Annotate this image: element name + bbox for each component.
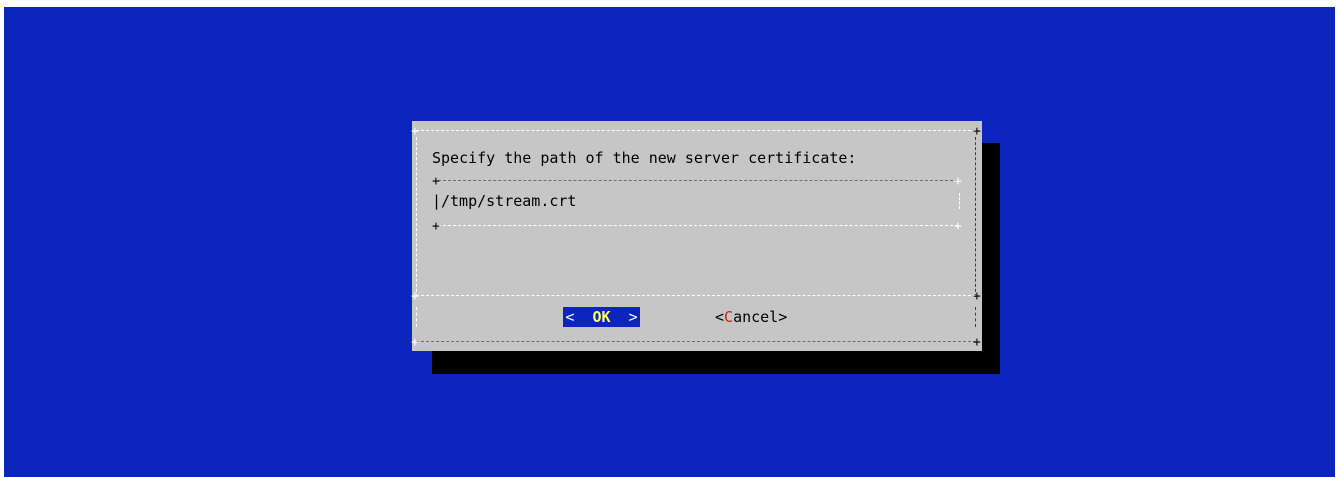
input-dialog: + + Specify the path of the new server c…	[411, 121, 982, 351]
dialog-bottom-left-corner: +	[411, 335, 419, 350]
button-separator	[416, 295, 976, 296]
input-box-bottom-right-corner: +	[954, 219, 962, 234]
dialog-top-border	[416, 130, 976, 131]
cancel-button-label: ancel	[733, 308, 779, 326]
input-cursor: |	[432, 192, 442, 210]
input-box-top-border	[438, 180, 958, 181]
dialog-top-left-corner: +	[411, 124, 419, 139]
separator-left-corner: +	[411, 289, 419, 304]
dialog-right-border	[975, 137, 976, 297]
cancel-hotkey-letter: C	[724, 308, 734, 326]
ok-button[interactable]: < OK >	[563, 307, 640, 327]
input-box-right-border	[959, 193, 960, 209]
server-certificate-path-input[interactable]: | /tmp/stream.crt	[432, 191, 952, 211]
input-box-top-left-corner: +	[432, 174, 440, 189]
ok-button-label: OK	[592, 308, 611, 326]
dialog-left-border	[416, 137, 417, 297]
ok-button-right-bracket: >	[628, 308, 638, 326]
dialog-bottom-border	[416, 341, 976, 342]
input-box-top-right-corner: +	[954, 174, 962, 189]
button-row: < OK > <Cancel>	[412, 307, 982, 327]
input-value: /tmp/stream.crt	[441, 192, 577, 210]
cancel-button[interactable]: <Cancel>	[715, 307, 787, 327]
dialog-bottom-right-corner: +	[973, 335, 981, 350]
cancel-button-right-bracket: >	[778, 308, 788, 326]
separator-right-corner: +	[973, 289, 981, 304]
input-box-bottom-border	[438, 225, 958, 226]
dialog-prompt: Specify the path of the new server certi…	[432, 149, 857, 167]
input-box-bottom-left-corner: +	[432, 219, 440, 234]
ok-button-left-bracket: <	[565, 308, 575, 326]
cancel-button-left-bracket: <	[715, 308, 725, 326]
